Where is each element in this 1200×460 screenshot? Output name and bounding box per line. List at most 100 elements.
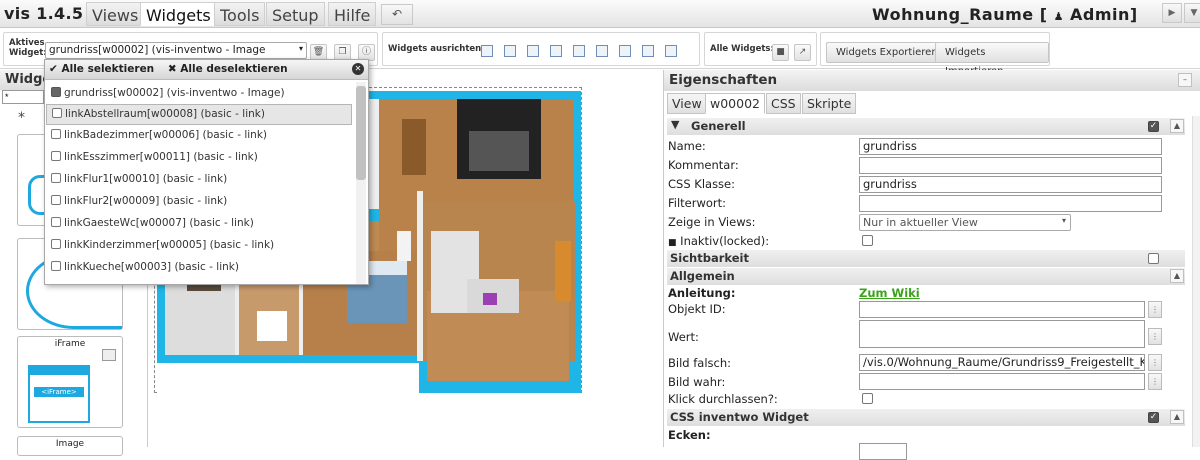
tab-view[interactable]: View: [667, 93, 707, 114]
close-icon[interactable]: ✕: [352, 63, 364, 75]
tab-setup[interactable]: Setup: [266, 2, 325, 26]
tab-tools[interactable]: Tools: [214, 2, 266, 26]
app-title: vis 1.4.5: [4, 4, 84, 23]
active-widget-select[interactable]: grundriss[w00002] (vis-inventwo - Image …: [45, 42, 307, 59]
list-item-label: linkFlur2[w00009] (basic - link): [64, 195, 228, 207]
lock-icon[interactable]: ■: [772, 44, 789, 61]
tab-widget-id[interactable]: w00002: [705, 93, 765, 114]
item-checkbox[interactable]: [51, 261, 61, 271]
dropdown-arrow-button[interactable]: ▼: [1184, 3, 1200, 23]
undo-button[interactable]: ↶: [381, 4, 413, 25]
wert-label: Wert:: [668, 330, 699, 344]
section-css-inventwo[interactable]: CSS inventwo Widget: [667, 409, 1185, 426]
dropdown-scrollbar-thumb[interactable]: [356, 86, 366, 180]
tab-views[interactable]: Views: [86, 2, 145, 26]
select-id-button[interactable]: ⋮: [1148, 301, 1162, 318]
import-widgets-button[interactable]: Widgets Importieren: [935, 42, 1049, 77]
list-item-label: linkEsszimmer[w00011] (basic - link): [64, 151, 258, 163]
align-right-icon[interactable]: [504, 45, 516, 57]
name-input[interactable]: grundriss: [859, 138, 1162, 155]
favorites-star[interactable]: *: [18, 110, 25, 126]
bild-wahr-input[interactable]: [859, 373, 1145, 390]
widget-filter-input[interactable]: [2, 90, 44, 104]
export-widgets-button[interactable]: Widgets Exportieren: [826, 42, 948, 63]
align-vcenter-icon[interactable]: [573, 45, 585, 57]
section-generell[interactable]: ▼ Generell: [667, 118, 1185, 135]
inaktiv-checkbox[interactable]: [862, 235, 873, 246]
dropdown-header: ✔ Alle selektieren ✖ Alle deselektieren …: [45, 60, 368, 80]
same-size-icon[interactable]: [665, 45, 677, 57]
dropdown-scrollbar[interactable]: [356, 82, 366, 284]
inaktiv-label: ■ Inaktiv(locked):: [668, 234, 769, 248]
section-css-inventwo-checkbox[interactable]: ✓: [1148, 412, 1159, 423]
item-checkbox[interactable]: [51, 173, 61, 183]
wert-edit-button[interactable]: ⋮: [1148, 328, 1162, 345]
select-all-link[interactable]: Alle selektieren: [61, 63, 154, 75]
open-external-icon[interactable]: ↗: [794, 44, 811, 61]
section-sichtbarkeit[interactable]: Sichtbarkeit: [667, 250, 1185, 267]
list-item[interactable]: linkFlur1[w00010] (basic - link): [46, 170, 352, 191]
item-checkbox[interactable]: [52, 108, 62, 118]
widget-tile-iframe[interactable]: iFrame <iFrame>: [17, 336, 123, 428]
css-klasse-input[interactable]: grundriss: [859, 176, 1162, 193]
list-item-label: linkAbstellraum[w00008] (basic - link): [65, 108, 265, 120]
tab-hilfe[interactable]: Hilfe: [328, 2, 377, 26]
zeige-in-views-select[interactable]: Nur in aktueller View ▾: [859, 214, 1071, 231]
play-button[interactable]: ▶: [1162, 3, 1182, 23]
anleitung-label: Anleitung:: [668, 286, 736, 300]
collapse-icon[interactable]: ▲: [1170, 410, 1184, 424]
align-left-icon[interactable]: [481, 45, 493, 57]
zum-wiki-link[interactable]: Zum Wiki: [859, 286, 920, 300]
list-item[interactable]: grundriss[w00002] (vis-inventwo - Image): [46, 84, 352, 105]
item-checkbox[interactable]: [51, 195, 61, 205]
item-checkbox[interactable]: [51, 129, 61, 139]
list-item[interactable]: linkAbstellraum[w00008] (basic - link): [46, 104, 352, 125]
collapse-icon[interactable]: ▲: [1170, 119, 1184, 133]
active-widget-label-line2: Widget:: [9, 48, 47, 58]
bild-falsch-input[interactable]: /vis.0/Wohnung_Raume/Grundriss9_Freigest…: [859, 354, 1145, 371]
align-hcenter-icon[interactable]: [596, 45, 608, 57]
list-item[interactable]: linkKueche[w00003] (basic - link): [46, 258, 352, 279]
ecken-input[interactable]: [859, 443, 907, 460]
zeige-in-views-label: Zeige in Views:: [668, 215, 756, 229]
widget-tile-image[interactable]: Image: [17, 436, 123, 456]
objekt-id-input[interactable]: [859, 301, 1145, 318]
item-checkbox[interactable]: [51, 239, 61, 249]
tab-skripte[interactable]: Skripte: [802, 93, 857, 114]
objekt-id-label: Objekt ID:: [668, 302, 726, 316]
kommentar-label: Kommentar:: [668, 158, 739, 172]
item-checkbox[interactable]: [51, 87, 61, 97]
deselect-all-link[interactable]: Alle deselektieren: [180, 63, 287, 75]
kommentar-input[interactable]: [859, 157, 1162, 174]
align-bottom-icon[interactable]: [550, 45, 562, 57]
collapse-icon[interactable]: ▲: [1170, 269, 1184, 283]
align-top-icon[interactable]: [527, 45, 539, 57]
all-widgets-label: Alle Widgets:: [710, 44, 774, 54]
klick-durchlassen-checkbox[interactable]: [862, 393, 873, 404]
filterwort-input[interactable]: [859, 195, 1162, 212]
filterwort-label: Filterwort:: [668, 196, 727, 210]
properties-panel: Eigenschaften – View w00002 CSS Skripte …: [663, 70, 1200, 460]
wert-textarea[interactable]: [859, 320, 1145, 348]
bild-wahr-browse-button[interactable]: ⋮: [1148, 373, 1162, 390]
list-item[interactable]: linkFlur2[w00009] (basic - link): [46, 192, 352, 213]
list-item[interactable]: linkGaesteWc[w00007] (basic - link): [46, 214, 352, 235]
item-checkbox[interactable]: [51, 151, 61, 161]
properties-scrollbar[interactable]: [1192, 116, 1200, 447]
item-checkbox[interactable]: [51, 217, 61, 227]
section-sichtbarkeit-checkbox[interactable]: [1148, 253, 1159, 264]
distribute-vertical-icon[interactable]: [642, 45, 654, 57]
list-item-label: linkGaesteWc[w00007] (basic - link): [64, 217, 254, 229]
section-allgemein[interactable]: Allgemein: [667, 268, 1185, 285]
distribute-horizontal-icon[interactable]: [619, 45, 631, 57]
bild-falsch-browse-button[interactable]: ⋮: [1148, 354, 1162, 371]
list-item[interactable]: linkEsszimmer[w00011] (basic - link): [46, 148, 352, 169]
tab-css[interactable]: CSS: [766, 93, 801, 114]
section-generell-checkbox[interactable]: ✓: [1148, 121, 1159, 132]
list-item[interactable]: linkKinderzimmer[w00005] (basic - link): [46, 236, 352, 257]
active-widget-label-line1: Aktives: [9, 38, 45, 48]
panel-collapse-icon[interactable]: –: [1178, 73, 1192, 87]
tab-widgets[interactable]: Widgets: [140, 2, 217, 26]
list-item[interactable]: linkBadezimmer[w00006] (basic - link): [46, 126, 352, 147]
widget-select-dropdown: ✔ Alle selektieren ✖ Alle deselektieren …: [44, 59, 369, 285]
